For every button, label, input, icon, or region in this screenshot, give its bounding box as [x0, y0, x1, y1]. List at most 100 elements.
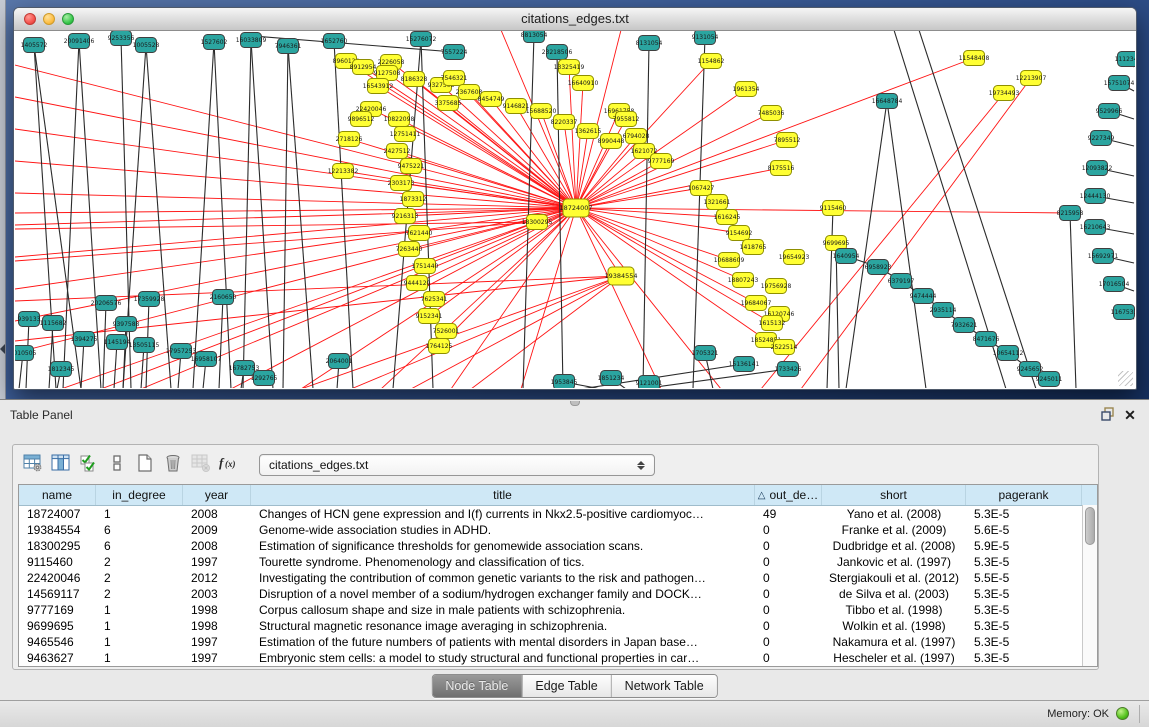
- graph-node[interactable]: 7895512: [774, 133, 801, 148]
- graph-edge[interactable]: [471, 276, 621, 388]
- table-cell[interactable]: 1997: [183, 650, 251, 666]
- graph-node[interactable]: 9227349: [1088, 131, 1115, 146]
- table-cell[interactable]: 9699695: [19, 618, 96, 634]
- table-settings-button[interactable]: [19, 452, 47, 478]
- clear-selection-button[interactable]: [103, 452, 131, 478]
- graph-node[interactable]: 1394275: [71, 332, 98, 347]
- graph-node[interactable]: 1751440: [412, 259, 439, 274]
- graph-node[interactable]: 1362615: [575, 124, 602, 139]
- graph-node[interactable]: 8175516: [768, 161, 795, 176]
- graph-edge[interactable]: [15, 208, 576, 353]
- table-cell[interactable]: Estimation of significance thresholds fo…: [251, 538, 755, 554]
- table-cell[interactable]: 49: [755, 506, 822, 522]
- table-cell[interactable]: 0: [755, 554, 822, 570]
- graph-node[interactable]: 939133: [18, 312, 41, 327]
- graph-node[interactable]: 1652760: [321, 34, 348, 49]
- table-cell[interactable]: Tourette syndrome. Phenomenology and cla…: [251, 554, 755, 570]
- graph-node[interactable]: 1145194: [104, 335, 131, 350]
- graph-node[interactable]: 15276072: [406, 32, 437, 47]
- graph-node[interactable]: 1112345: [1115, 52, 1135, 67]
- graph-node[interactable]: 1812345: [48, 362, 75, 377]
- column-header-year[interactable]: year: [183, 485, 251, 505]
- graph-node[interactable]: 8912954: [350, 60, 377, 75]
- graph-node[interactable]: 6794028: [623, 129, 650, 144]
- graph-node[interactable]: 1705321: [692, 346, 719, 361]
- graph-node[interactable]: 9121001: [636, 376, 663, 389]
- graph-node[interactable]: 1851234: [598, 371, 625, 386]
- graph-edge[interactable]: [15, 65, 576, 208]
- graph-node[interactable]: 12751411: [390, 127, 421, 142]
- graph-node[interactable]: 1733426: [775, 362, 802, 377]
- graph-node[interactable]: 16648784: [872, 94, 903, 109]
- table-cell[interactable]: 1: [96, 602, 183, 618]
- graph-node[interactable]: 1616245: [714, 210, 741, 225]
- graph-node[interactable]: 16033809: [236, 33, 267, 48]
- graph-edge[interactable]: [251, 40, 273, 388]
- graph-node[interactable]: 8990448: [598, 134, 625, 149]
- table-cell[interactable]: 2: [96, 570, 183, 586]
- graph-edge[interactable]: [243, 40, 251, 388]
- graph-node[interactable]: 8131054: [636, 36, 663, 51]
- graph-node[interactable]: 8215958: [1057, 206, 1084, 221]
- graph-node[interactable]: 8220337: [551, 115, 578, 130]
- graph-edge[interactable]: [887, 101, 926, 388]
- graph-node[interactable]: 9529966: [1096, 104, 1123, 119]
- graph-node[interactable]: 1527602: [201, 35, 228, 50]
- table-cell[interactable]: Franke et al. (2009): [822, 522, 966, 538]
- table-cell[interactable]: 6: [96, 538, 183, 554]
- table-cell[interactable]: Dudbridge et al. (2008): [822, 538, 966, 554]
- graph-node[interactable]: 19756928: [761, 279, 792, 294]
- table-cell[interactable]: 5.3E-5: [966, 506, 1082, 522]
- float-panel-button[interactable]: [1099, 407, 1117, 423]
- graph-node[interactable]: 17359928: [134, 292, 165, 307]
- table-cell[interactable]: Changes of HCN gene expression and I(f) …: [251, 506, 755, 522]
- graph-node[interactable]: 19654923: [779, 250, 810, 265]
- graph-node[interactable]: 12213382: [328, 164, 359, 179]
- table-cell[interactable]: 22420046: [19, 570, 96, 586]
- select-all-button[interactable]: [75, 452, 103, 478]
- graph-node[interactable]: 15692971: [1088, 249, 1119, 264]
- table-row[interactable]: 969969511998Structural magnetic resonanc…: [19, 618, 1097, 634]
- graph-node[interactable]: 2064001: [326, 354, 353, 369]
- close-panel-button[interactable]: ✕: [1121, 407, 1139, 423]
- graph-node[interactable]: 9131054: [692, 31, 719, 45]
- table-cell[interactable]: 5.5E-5: [966, 570, 1082, 586]
- graph-node[interactable]: 9896512: [348, 112, 375, 127]
- table-cell[interactable]: 2012: [183, 570, 251, 586]
- table-cell[interactable]: 6: [96, 522, 183, 538]
- graph-edge[interactable]: [576, 83, 583, 208]
- table-selector[interactable]: citations_edges.txt: [259, 454, 655, 476]
- tab-node-table[interactable]: Node Table: [432, 675, 522, 697]
- left-splitter[interactable]: [0, 0, 6, 399]
- graph-node[interactable]: 12213907: [1016, 71, 1047, 86]
- graph-node[interactable]: 1167533: [1111, 305, 1135, 320]
- graph-node[interactable]: 9475221: [398, 159, 425, 174]
- delete-table-button[interactable]: [187, 452, 215, 478]
- table-cell[interactable]: 2: [96, 586, 183, 602]
- table-cell[interactable]: Hescheler et al. (1997): [822, 650, 966, 666]
- table-cell[interactable]: 2009: [183, 522, 251, 538]
- graph-node[interactable]: 15688520: [526, 104, 557, 119]
- table-cell[interactable]: 9777169: [19, 602, 96, 618]
- graph-node[interactable]: 7946361: [275, 39, 302, 54]
- tab-edge-table[interactable]: Edge Table: [522, 675, 611, 697]
- table-cell[interactable]: 19384554: [19, 522, 96, 538]
- table-cell[interactable]: 14569117: [19, 586, 96, 602]
- graph-node[interactable]: 10688609: [714, 253, 745, 268]
- graph-edge[interactable]: [693, 37, 705, 388]
- graph-edge[interactable]: [1070, 213, 1076, 388]
- table-cell[interactable]: 0: [755, 650, 822, 666]
- table-row[interactable]: 1938455462009Genome-wide association stu…: [19, 522, 1097, 538]
- table-cell[interactable]: 1997: [183, 634, 251, 650]
- table-row[interactable]: 946362711997Embryonic stem cells: a mode…: [19, 650, 1097, 666]
- graph-node[interactable]: 13325419: [554, 60, 585, 75]
- column-header-out_de[interactable]: △out_de…: [755, 485, 822, 505]
- table-cell[interactable]: 5.6E-5: [966, 522, 1082, 538]
- graph-node[interactable]: 7625341: [421, 292, 448, 307]
- graph-node[interactable]: 18724007: [559, 199, 592, 217]
- graph-node[interactable]: 19734493: [989, 86, 1020, 101]
- graph-node[interactable]: 11548408: [959, 51, 990, 66]
- graph-node[interactable]: 7955812: [613, 112, 640, 127]
- table-row[interactable]: 1456911722003Disruption of a novel membe…: [19, 586, 1097, 602]
- graph-node[interactable]: 1764125: [426, 339, 453, 354]
